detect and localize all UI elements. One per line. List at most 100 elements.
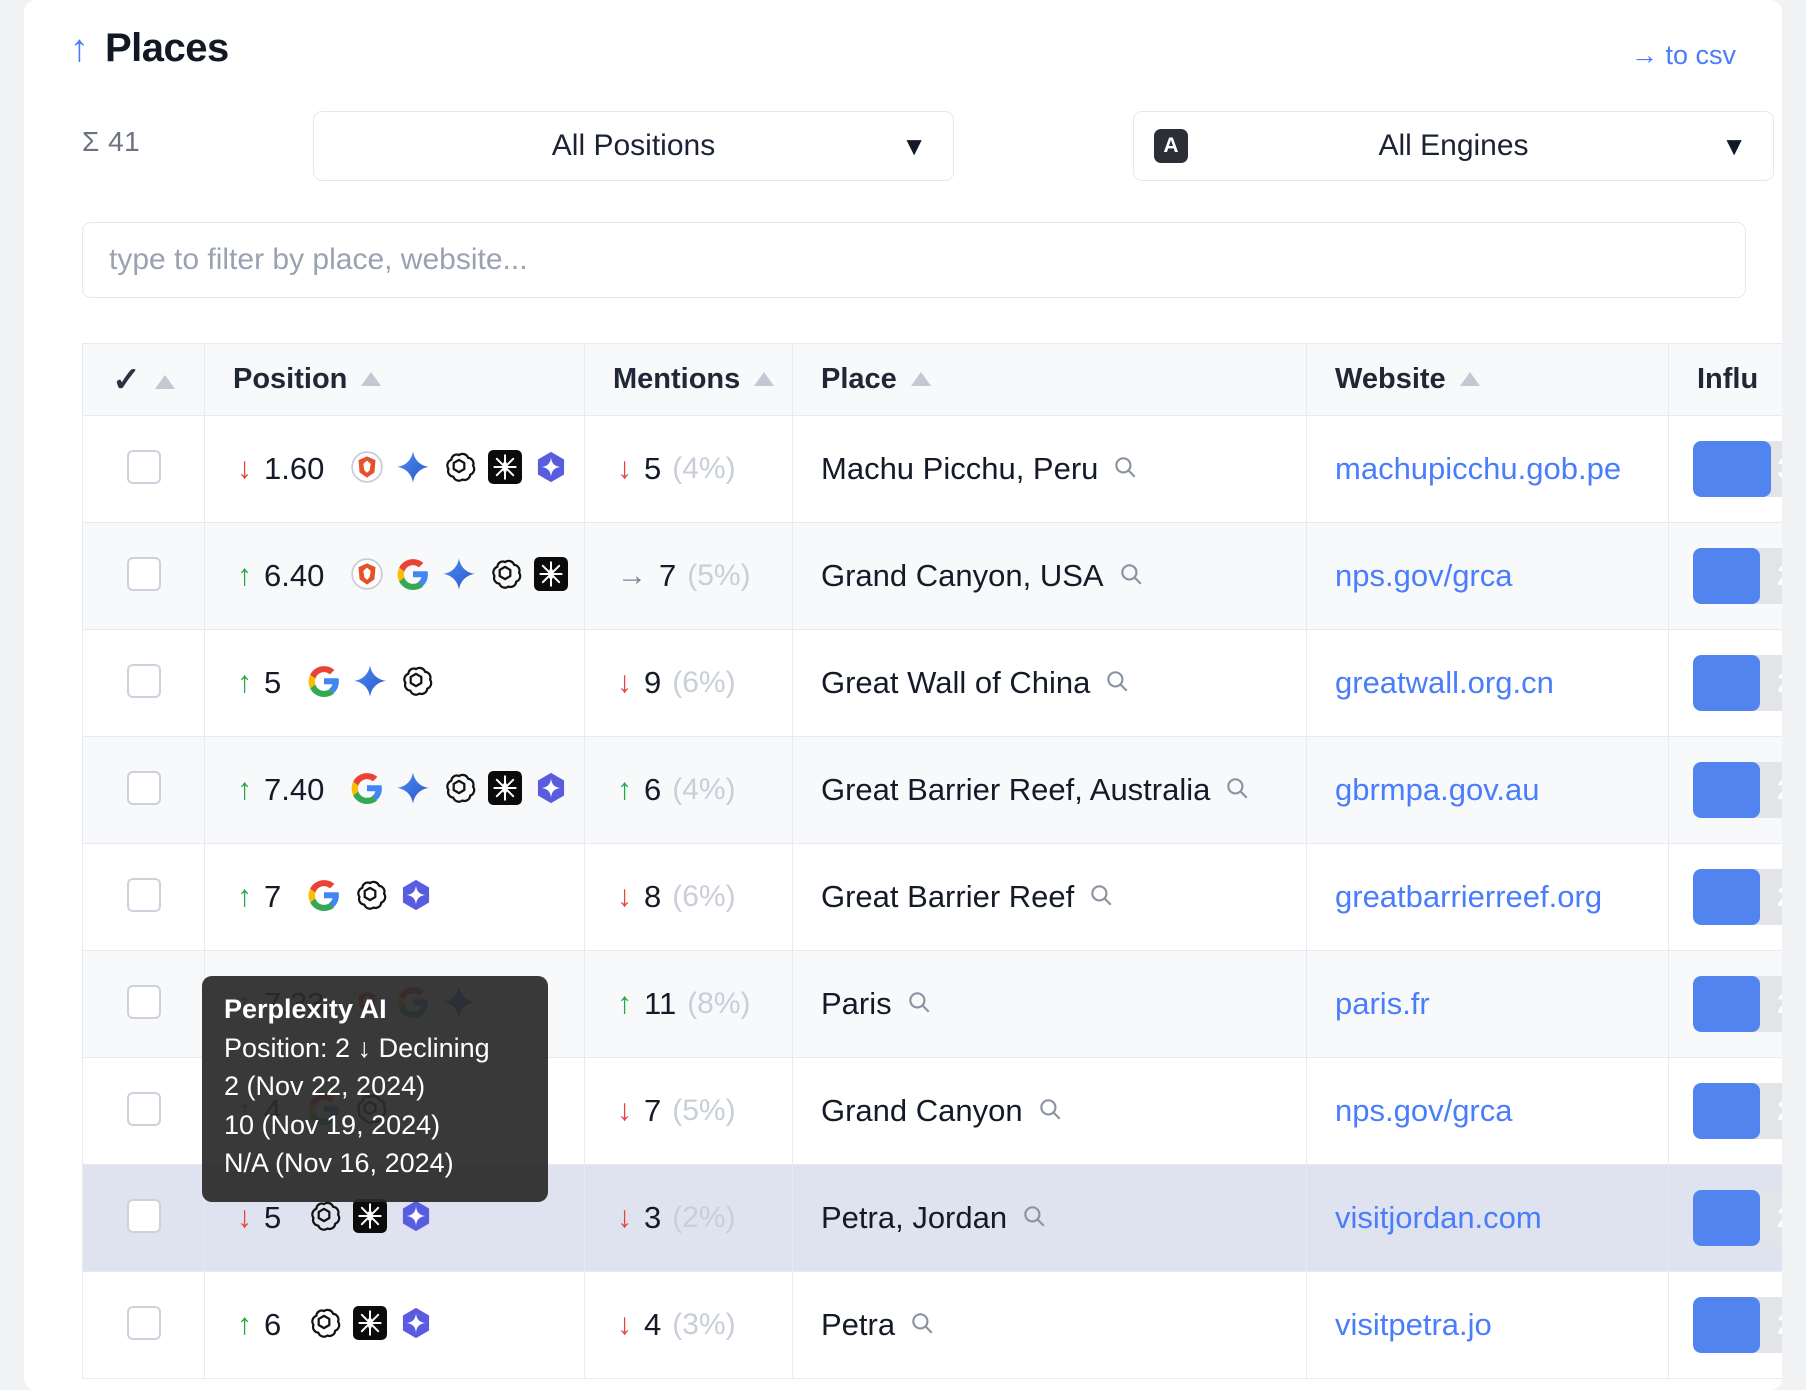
brave-icon[interactable] <box>350 450 384 489</box>
row-select-cell[interactable] <box>82 415 205 523</box>
column-header-website[interactable]: Website <box>1306 343 1669 416</box>
row-checkbox[interactable] <box>126 984 161 1019</box>
search-icon[interactable] <box>1224 775 1250 806</box>
website-link[interactable]: visitjordan.com <box>1335 1200 1542 1235</box>
google-icon[interactable] <box>396 557 430 596</box>
website-link[interactable]: paris.fr <box>1335 986 1430 1021</box>
perplexity-icon[interactable] <box>534 771 568 810</box>
column-header-select-all[interactable]: ✓ <box>82 343 205 416</box>
positions-filter-select[interactable]: All Positions ▼ <box>313 111 954 181</box>
up-arrow-icon[interactable]: ↑ <box>70 30 89 68</box>
row-select-cell[interactable] <box>82 950 205 1058</box>
website-link[interactable]: nps.gov/grca <box>1335 558 1513 593</box>
row-checkbox[interactable] <box>126 556 161 591</box>
table-row[interactable]: ↑ 7 ↓ 8 (6%) Great Barrier Reef greatbar… <box>82 843 1782 951</box>
claude-icon[interactable] <box>353 1305 388 1345</box>
chatgpt-icon[interactable] <box>442 450 476 489</box>
row-select-cell[interactable] <box>82 1271 205 1379</box>
search-icon[interactable] <box>906 989 932 1020</box>
row-checkbox[interactable] <box>126 770 161 805</box>
search-input[interactable] <box>82 222 1746 298</box>
sort-ascending-icon[interactable] <box>754 372 775 386</box>
website-link[interactable]: greatwall.org.cn <box>1335 665 1554 700</box>
table-row[interactable]: ↑ 5 ↓ 9 (6%) Great Wall of China greatwa… <box>82 629 1782 737</box>
google-icon[interactable] <box>307 1092 341 1131</box>
mentions-value: 8 <box>644 879 662 914</box>
row-select-cell[interactable] <box>82 522 205 630</box>
position-trend-icon: ↑ <box>237 559 252 592</box>
website-link[interactable]: greatbarrierreef.org <box>1335 879 1602 914</box>
claude-icon[interactable] <box>353 1198 388 1238</box>
claude-icon[interactable] <box>488 449 523 489</box>
engines-filter-select[interactable]: A All Engines ▼ <box>1133 111 1774 181</box>
gemini-icon[interactable] <box>442 557 476 596</box>
gemini-icon[interactable] <box>396 771 430 810</box>
perplexity-icon[interactable] <box>399 1306 433 1345</box>
search-icon[interactable] <box>1112 454 1138 485</box>
brave-icon[interactable] <box>350 557 384 596</box>
table-row[interactable]: ↑ 4 ↓ 7 (5%) Grand Canyon nps.gov/grca 2 <box>82 1057 1782 1165</box>
claude-icon[interactable] <box>488 770 523 810</box>
row-select-cell[interactable] <box>82 1164 205 1272</box>
chatgpt-icon[interactable] <box>307 1306 341 1345</box>
table-row[interactable]: ↓ 5 ↓ 3 (2%) Petra, Jordan visitjordan.c… <box>82 1164 1782 1272</box>
perplexity-icon[interactable] <box>399 878 433 917</box>
brave-icon[interactable] <box>350 985 384 1024</box>
place-name: Petra <box>821 1307 896 1342</box>
search-icon[interactable] <box>1088 882 1114 913</box>
chatgpt-icon[interactable] <box>488 557 522 596</box>
row-checkbox[interactable] <box>126 1091 161 1126</box>
search-icon[interactable] <box>1021 1203 1047 1234</box>
column-header-influence[interactable]: Influ <box>1668 343 1782 416</box>
google-icon[interactable] <box>396 985 430 1024</box>
gemini-icon[interactable] <box>396 450 430 489</box>
website-link[interactable]: visitpetra.jo <box>1335 1307 1492 1342</box>
row-checkbox[interactable] <box>126 1305 161 1340</box>
sort-ascending-icon[interactable] <box>361 372 382 386</box>
search-icon[interactable] <box>1118 561 1144 592</box>
row-select-cell[interactable] <box>82 1057 205 1165</box>
perplexity-icon[interactable] <box>399 1199 433 1238</box>
column-header-place[interactable]: Place <box>792 343 1307 416</box>
sort-ascending-icon[interactable] <box>1459 372 1480 386</box>
google-icon[interactable] <box>307 878 341 917</box>
table-row[interactable]: ↑ 7.33 ↑ 11 (8%) Paris paris.fr 2 <box>82 950 1782 1058</box>
gemini-icon[interactable] <box>353 664 387 703</box>
sort-ascending-icon[interactable] <box>910 372 931 386</box>
search-icon[interactable] <box>1037 1096 1063 1127</box>
chatgpt-icon[interactable] <box>307 1199 341 1238</box>
table-row[interactable]: ↑ 6 ↓ 4 (3%) Petra visitpetra.jo 2 <box>82 1271 1782 1379</box>
sort-ascending-icon[interactable] <box>154 374 175 389</box>
chatgpt-icon[interactable] <box>399 664 433 703</box>
table-row[interactable]: ↓ 1.60 ↓ 5 (4%) Machu Picchu, Peru machu… <box>82 415 1782 523</box>
chatgpt-icon[interactable] <box>353 878 387 917</box>
perplexity-icon[interactable] <box>534 450 568 489</box>
website-link[interactable]: machupicchu.gob.pe <box>1335 451 1621 486</box>
row-select-cell[interactable] <box>82 736 205 844</box>
claude-icon[interactable] <box>534 556 569 596</box>
row-checkbox[interactable] <box>126 877 161 912</box>
table-row[interactable]: ↑ 6.40 → 7 (5%) Grand Canyon, USA nps.go… <box>82 522 1782 630</box>
search-icon[interactable] <box>909 1310 935 1341</box>
website-link[interactable]: gbrmpa.gov.au <box>1335 772 1540 807</box>
column-header-position[interactable]: Position <box>204 343 585 416</box>
website-link[interactable]: nps.gov/grca <box>1335 1093 1513 1128</box>
row-checkbox[interactable] <box>126 663 161 698</box>
row-select-cell[interactable] <box>82 843 205 951</box>
gemini-icon[interactable] <box>442 985 476 1024</box>
position-value: 1.60 <box>264 451 325 486</box>
row-checkbox[interactable] <box>126 449 161 484</box>
row-select-cell[interactable] <box>82 629 205 737</box>
website-cell: visitpetra.jo <box>1306 1271 1669 1379</box>
google-icon[interactable] <box>350 771 384 810</box>
chatgpt-icon[interactable] <box>442 771 476 810</box>
google-icon[interactable] <box>307 664 341 703</box>
row-checkbox[interactable] <box>126 1198 161 1233</box>
table-row[interactable]: ↑ 7.40 ↑ 6 (4%) Great Barrier Reef, Aust… <box>82 736 1782 844</box>
export-to-csv-link[interactable]: → to csv <box>1631 40 1736 71</box>
search-icon[interactable] <box>1104 668 1130 699</box>
position-trend-icon: ↑ <box>237 773 252 806</box>
chatgpt-icon[interactable] <box>353 1092 387 1131</box>
column-header-mentions[interactable]: Mentions <box>584 343 793 416</box>
mentions-value: 3 <box>644 1200 662 1235</box>
